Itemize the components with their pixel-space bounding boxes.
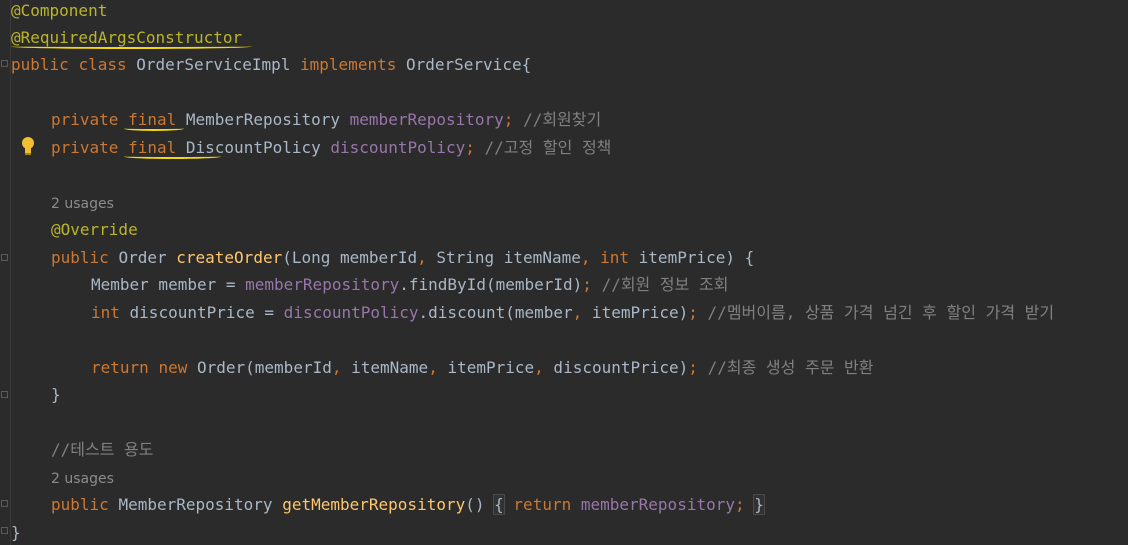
keyword: return: [91, 358, 149, 377]
code-line: }: [11, 521, 21, 545]
keyword: new: [158, 358, 188, 377]
final-underline: [124, 154, 221, 159]
code-text: (): [465, 495, 485, 514]
keyword: return: [513, 495, 572, 514]
keyword: public: [51, 248, 109, 267]
code-line: @Component: [11, 0, 107, 23]
semicolon: ;: [503, 110, 514, 129]
semicolon: ;: [688, 358, 698, 377]
keyword: class: [78, 55, 127, 74]
param: String itemName: [426, 248, 581, 267]
comment: //회원 정보 조회: [601, 275, 729, 294]
interface-name: OrderService{: [405, 55, 532, 74]
code-line: }: [51, 383, 61, 407]
code-line: public class OrderServiceImpl implements…: [11, 53, 531, 77]
semicolon: ;: [688, 303, 698, 322]
comment: //회원찾기: [523, 110, 602, 129]
keyword: implements: [300, 55, 397, 74]
keyword: int: [91, 303, 120, 322]
comma: ,: [580, 248, 591, 267]
semicolon: ;: [582, 275, 592, 294]
usages-hint[interactable]: 2 usages: [51, 469, 114, 489]
class-name: OrderServiceImpl: [136, 55, 291, 74]
code-line: public Order createOrder(Long memberId, …: [51, 246, 754, 270]
field-name: memberRepository: [245, 275, 400, 294]
method-name: createOrder: [176, 248, 283, 267]
field-name: discountPolicy: [283, 303, 419, 322]
method-name: getMemberRepository: [282, 495, 466, 514]
closing-brace: }: [51, 385, 61, 404]
comma: ,: [572, 303, 583, 322]
folded-brace[interactable]: {: [493, 494, 505, 515]
field-name: discountPolicy: [330, 138, 466, 157]
annotation: @Override: [51, 220, 138, 239]
comma: ,: [417, 248, 427, 267]
annotation-underline: [11, 44, 252, 49]
code-line: return new Order(memberId, itemName, ite…: [91, 356, 874, 380]
code-text: itemName: [341, 358, 429, 377]
code-editor[interactable]: @Component @RequiredArgsConstructor publ…: [0, 0, 1128, 545]
comment: //최종 생성 주문 반환: [707, 358, 874, 377]
code-text: discountPrice =: [119, 303, 284, 322]
code-text: Member member =: [91, 275, 246, 294]
comment: //고정 할인 정책: [484, 138, 612, 157]
field-name: memberRepository: [349, 110, 504, 129]
comma: ,: [534, 358, 544, 377]
semicolon: ;: [734, 495, 745, 514]
keyword: private: [51, 110, 119, 129]
keyword: public: [11, 55, 69, 74]
code-text: .discount(member: [418, 303, 573, 322]
keyword: public: [51, 495, 109, 514]
type-name: Order: [118, 248, 167, 267]
type-name: MemberRepository: [118, 495, 273, 514]
code-text: .findById(memberId): [399, 275, 583, 294]
closing-brace: }: [11, 523, 21, 542]
param: itemPrice) {: [629, 248, 755, 267]
code-text: itemPrice: [437, 358, 535, 377]
type-name: MemberRepository: [185, 110, 341, 129]
code-line: //테스트 용도: [51, 438, 154, 462]
code-line: public MemberRepository getMemberReposit…: [51, 493, 765, 517]
comment: //테스트 용도: [51, 440, 154, 459]
code-text: discountPrice): [543, 358, 689, 377]
keyword: int: [600, 248, 630, 267]
code-text: Order(memberId: [196, 358, 332, 377]
code-line: int discountPrice = discountPolicy.disco…: [91, 301, 1054, 325]
final-underline: [124, 126, 184, 131]
annotation: @Component: [11, 1, 108, 20]
code-line: @Override: [51, 218, 138, 242]
field-name: memberRepository: [580, 495, 735, 514]
param: (Long memberId: [282, 248, 418, 267]
folded-brace[interactable]: }: [753, 494, 765, 515]
code-text: itemPrice): [582, 303, 689, 322]
comma: ,: [428, 358, 438, 377]
semicolon: ;: [465, 138, 475, 157]
comment: //멤버이름, 상품 가격 넘긴 후 할인 가격 받기: [707, 303, 1055, 322]
code-line: Member member = memberRepository.findByI…: [91, 273, 728, 297]
keyword: private: [51, 138, 119, 157]
usages-hint[interactable]: 2 usages: [51, 194, 114, 214]
